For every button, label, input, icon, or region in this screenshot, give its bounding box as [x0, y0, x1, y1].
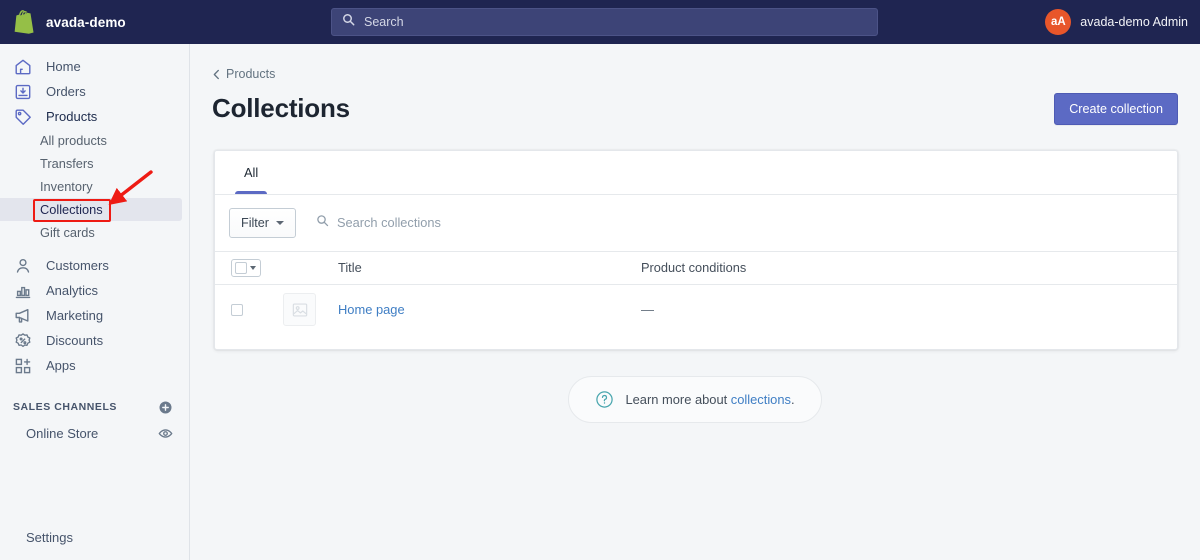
footer-help: Learn more about collections.	[190, 375, 1200, 423]
select-all-checkbox[interactable]	[235, 261, 247, 274]
sidebar-item-marketing-label: Marketing	[46, 308, 104, 323]
shopify-bag-icon	[14, 10, 36, 34]
breadcrumb-label: Products	[226, 67, 276, 81]
filter-bar: Filter Search collections	[215, 195, 1177, 251]
select-all-cell	[231, 258, 283, 277]
page-header: Collections Create collection	[190, 85, 1200, 125]
sidebar-item-discounts-label: Discounts	[46, 333, 104, 348]
sidebar-item-discounts[interactable]: Discounts	[0, 328, 183, 353]
sidebar-item-gift-cards[interactable]: Gift cards	[0, 221, 182, 244]
chevron-down-icon	[250, 265, 256, 270]
customers-person-icon	[13, 256, 33, 276]
sidebar-item-products[interactable]: Products	[0, 104, 183, 129]
collections-card: All Filter Search collections Title Prod…	[214, 149, 1178, 350]
help-text-prefix: Learn more about	[625, 391, 731, 407]
sidebar-item-apps[interactable]: Apps	[0, 353, 183, 378]
chevron-down-icon	[276, 220, 284, 225]
column-header-title: Title	[338, 260, 362, 275]
tab-all[interactable]: All	[231, 151, 271, 194]
sidebar-item-settings-label: Settings	[26, 529, 73, 545]
sales-channels-header: SALES CHANNELS	[0, 394, 189, 420]
table-row[interactable]: Home page —	[215, 285, 1177, 335]
help-text-suffix: .	[790, 391, 795, 407]
tab-all-label: All	[244, 164, 259, 180]
sidebar-item-gift-cards-label: Gift cards	[40, 225, 95, 240]
sidebar-item-online-store[interactable]: Online Store	[0, 420, 189, 454]
sidebar-item-inventory-label: Inventory	[40, 179, 93, 194]
table-header: Title Product conditions	[215, 250, 1177, 285]
analytics-bars-icon	[13, 281, 33, 301]
sidebar-item-customers-label: Customers	[46, 258, 109, 273]
row-checkbox[interactable]	[231, 303, 243, 316]
page-title: Collections	[212, 92, 350, 123]
row-product-conditions-cell: —	[641, 302, 654, 317]
sidebar-item-collections[interactable]: Collections	[0, 198, 182, 221]
account-name: avada-demo Admin	[1080, 15, 1188, 29]
top-bar: avada-demo Search aA avada-demo Admin	[0, 0, 1200, 44]
sidebar-item-transfers[interactable]: Transfers	[0, 152, 182, 175]
sidebar-item-transfers-label: Transfers	[40, 156, 94, 171]
help-pill: Learn more about collections.	[568, 375, 822, 423]
chevron-left-icon	[212, 69, 221, 80]
row-title-cell: Home page	[338, 302, 641, 317]
column-header-product-conditions: Product conditions	[641, 260, 747, 275]
create-collection-button[interactable]: Create collection	[1054, 92, 1178, 125]
shopify-admin-app: avada-demo Search aA avada-demo Admin Ho…	[0, 0, 1200, 560]
help-text: Learn more about collections.	[625, 392, 794, 407]
sidebar-item-all-products-label: All products	[40, 133, 107, 148]
question-circle-icon	[595, 390, 614, 409]
avatar: aA	[1045, 9, 1072, 35]
sidebar-item-online-store-label: Online Store	[26, 425, 99, 441]
brand-name: avada-demo	[46, 14, 126, 30]
global-search-placeholder: Search	[364, 15, 404, 29]
search-collections-input[interactable]: Search collections	[305, 208, 1163, 238]
collections-help-link[interactable]: collections	[731, 392, 791, 407]
sidebar-item-customers[interactable]: Customers	[0, 253, 183, 278]
orders-inbox-icon	[13, 82, 33, 102]
breadcrumb[interactable]: Products	[212, 67, 275, 81]
sidebar-item-products-label: Products	[46, 109, 98, 124]
search-icon	[342, 13, 355, 31]
sidebar-item-home-label: Home	[46, 59, 81, 74]
sidebar: Home Orders Products All products Transf…	[0, 44, 190, 560]
sidebar-item-orders[interactable]: Orders	[0, 79, 183, 104]
row-select-cell	[231, 303, 283, 316]
checkbox-dropdown-icon[interactable]	[231, 258, 261, 277]
apps-grid-plus-icon	[13, 356, 33, 376]
tab-bar: All	[215, 151, 1177, 195]
sidebar-item-marketing[interactable]: Marketing	[0, 303, 183, 328]
search-collections-placeholder: Search collections	[337, 215, 441, 230]
eye-icon[interactable]	[158, 426, 173, 441]
products-tag-icon	[13, 107, 33, 127]
sidebar-item-analytics-label: Analytics	[46, 283, 99, 298]
discounts-percent-icon	[13, 331, 33, 351]
filter-button-label: Filter	[241, 215, 269, 230]
search-icon	[316, 214, 329, 232]
plus-circle-icon[interactable]	[158, 400, 173, 415]
home-icon	[13, 57, 33, 77]
marketing-megaphone-icon	[13, 306, 33, 326]
sidebar-item-home[interactable]: Home	[0, 54, 183, 79]
filter-button[interactable]: Filter	[229, 207, 296, 238]
sidebar-item-collections-label: Collections	[40, 202, 103, 217]
sidebar-item-inventory[interactable]: Inventory	[0, 175, 182, 198]
image-placeholder-icon	[283, 293, 316, 326]
brand[interactable]: avada-demo	[0, 10, 190, 34]
row-thumbnail-cell	[283, 293, 338, 326]
collection-link-home-page[interactable]: Home page	[338, 302, 405, 317]
account-menu[interactable]: aA avada-demo Admin	[1045, 0, 1188, 44]
sidebar-item-analytics[interactable]: Analytics	[0, 278, 183, 303]
sidebar-item-all-products[interactable]: All products	[0, 129, 182, 152]
sales-channels-title: SALES CHANNELS	[13, 401, 117, 413]
main-content: Products Collections Create collection A…	[190, 44, 1200, 560]
sidebar-item-orders-label: Orders	[46, 84, 86, 99]
sidebar-item-settings[interactable]: Settings	[0, 524, 73, 559]
global-search-input[interactable]: Search	[331, 8, 878, 36]
sidebar-item-apps-label: Apps	[46, 358, 76, 373]
